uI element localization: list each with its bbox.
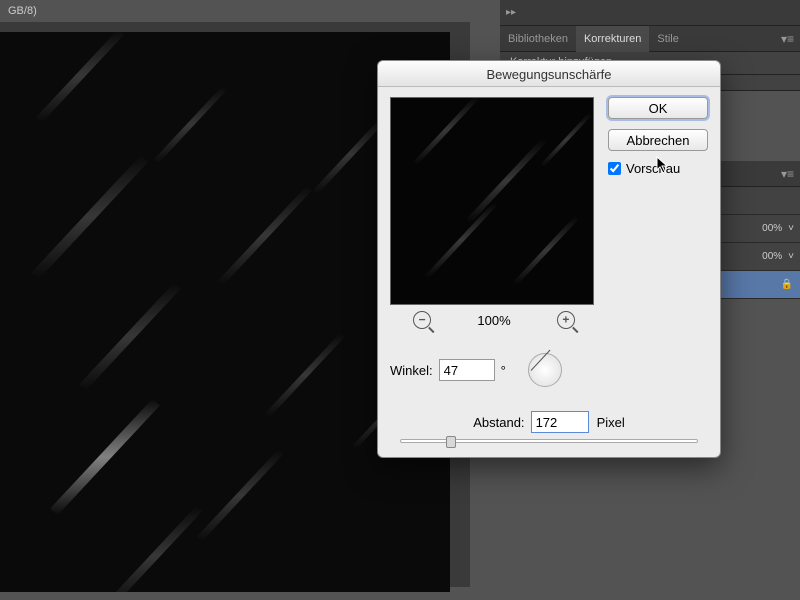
distance-row: Abstand: Pixel	[390, 411, 708, 433]
lock-icon[interactable]: 🔒	[780, 279, 794, 290]
filter-preview[interactable]	[390, 97, 594, 305]
zoom-level: 100%	[477, 313, 510, 328]
document-tab-label: GB/8)	[8, 5, 37, 17]
tab-stile[interactable]: Stile	[649, 26, 686, 52]
tab-korrekturen[interactable]: Korrekturen	[576, 26, 649, 52]
angle-degree-symbol: °	[501, 363, 506, 378]
preview-checkbox-row[interactable]: Vorschau	[608, 161, 708, 176]
panel-header-adjustments: ▸▸	[500, 0, 800, 26]
distance-label: Abstand:	[473, 415, 524, 430]
dropdown-icon[interactable]: ˅	[788, 223, 794, 234]
distance-input[interactable]	[531, 411, 589, 433]
distance-slider[interactable]	[390, 439, 708, 443]
layers-flyout-icon[interactable]: ▾≡	[775, 167, 800, 181]
tab-bibliotheken[interactable]: Bibliotheken	[500, 26, 576, 52]
motion-blur-dialog: Bewegungsunschärfe OK Abbrechen Vorschau…	[377, 60, 721, 458]
dropdown-icon[interactable]: ˅	[788, 251, 794, 262]
panel-flyout-icon[interactable]: ▾≡	[775, 32, 800, 46]
angle-label: Winkel:	[390, 363, 433, 378]
ok-button[interactable]: OK	[608, 97, 708, 119]
slider-thumb[interactable]	[446, 436, 456, 448]
distance-unit: Pixel	[597, 415, 625, 430]
angle-dial[interactable]	[528, 353, 562, 387]
angle-row: Winkel: °	[390, 353, 708, 387]
zoom-out-icon[interactable]: −	[413, 311, 431, 329]
angle-input[interactable]	[439, 359, 495, 381]
collapse-icon[interactable]: ▸▸	[500, 7, 522, 18]
dialog-title: Bewegungsunschärfe	[378, 61, 720, 87]
preview-label: Vorschau	[626, 161, 680, 176]
zoom-in-icon[interactable]: +	[557, 311, 575, 329]
cancel-button[interactable]: Abbrechen	[608, 129, 708, 151]
zoom-controls: − 100% +	[390, 311, 598, 329]
preview-checkbox[interactable]	[608, 162, 621, 175]
opacity-value: 00%	[762, 223, 782, 234]
document-tab[interactable]: GB/8)	[0, 0, 37, 22]
fill-value: 00%	[762, 251, 782, 262]
panel-tabs: Bibliotheken Korrekturen Stile ▾≡	[500, 26, 800, 52]
